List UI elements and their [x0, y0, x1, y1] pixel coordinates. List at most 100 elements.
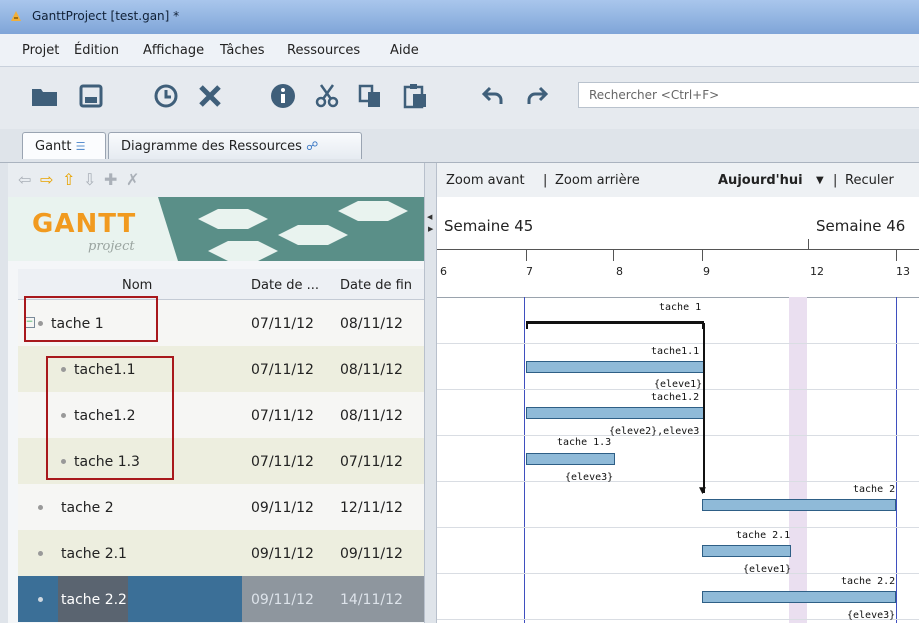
menu-bar: Projet Édition Affichage Tâches Ressourc… [0, 34, 919, 67]
expand-right-icon[interactable]: ▶ [428, 225, 433, 233]
logo-text: GANTT [32, 209, 137, 239]
arrow-left-icon[interactable]: ⇦ [18, 170, 31, 189]
redo-icon[interactable] [522, 81, 552, 111]
task-bar[interactable] [526, 361, 704, 373]
info-icon[interactable] [268, 81, 298, 111]
logo-subtext: project [88, 239, 135, 254]
column-header-start[interactable]: Date de ... [251, 278, 319, 293]
dependency-arrow-icon: ▼ [699, 486, 706, 496]
task-start: 07/11/12 [251, 316, 314, 332]
link-icon[interactable]: ✚ [104, 170, 117, 189]
task-end: 07/11/12 [340, 454, 403, 470]
task-end: 09/11/12 [340, 546, 403, 562]
bar-label: tache 2.2 [841, 576, 896, 587]
open-folder-icon[interactable] [30, 81, 60, 111]
arrow-up-icon[interactable]: ⇧ [62, 170, 75, 189]
task-start: 09/11/12 [251, 546, 314, 562]
gantt-chart-panel: Zoom avant | Zoom arrière Aujourd'hui ▼ … [437, 163, 919, 623]
separator: | [543, 173, 548, 188]
save-icon[interactable] [76, 81, 106, 111]
menu-aide[interactable]: Aide [390, 43, 419, 58]
table-row[interactable]: tache 2.1 09/11/12 09/11/12 [18, 530, 424, 576]
title-bar: GanttProject [test.gan] * [0, 0, 919, 34]
today-button[interactable]: Aujourd'hui [718, 173, 803, 188]
menu-projet[interactable]: Projet [22, 43, 59, 58]
arrow-right-icon[interactable]: ⇨ [40, 170, 53, 189]
day-label: 8 [616, 265, 623, 278]
column-header-name[interactable]: Nom [122, 278, 152, 293]
tab-gantt[interactable]: Gantt ☰ [22, 132, 106, 159]
week-label: Semaine 45 [444, 217, 534, 235]
task-bar[interactable] [702, 545, 791, 557]
menu-ressources[interactable]: Ressources [287, 43, 360, 58]
day-label: 7 [526, 265, 533, 278]
week-label: Semaine 46 [816, 217, 906, 235]
separator: | [833, 173, 838, 188]
copy-icon[interactable] [355, 81, 385, 111]
task-bullet-icon [38, 597, 43, 602]
task-end: 08/11/12 [340, 408, 403, 424]
annotation-box-subtasks [46, 356, 174, 480]
panel-splitter[interactable]: ◀ ▶ [424, 163, 437, 623]
today-dropdown-icon[interactable]: ▼ [816, 175, 824, 186]
task-start: 09/11/12 [251, 592, 314, 608]
collapse-left-icon[interactable]: ◀ [427, 213, 432, 221]
task-bullet-icon [38, 551, 43, 556]
search-input[interactable]: Rechercher <Ctrl+F> [578, 82, 919, 108]
column-header-end[interactable]: Date de fin [340, 278, 412, 293]
dependency-line [703, 323, 705, 493]
gantt-row [437, 435, 919, 482]
bar-label: tache 1.3 [557, 437, 612, 448]
timeline-header: Semaine 45 Semaine 46 6 7 8 9 12 13 [437, 197, 919, 298]
task-start: 07/11/12 [251, 362, 314, 378]
bar-label: tache 2.1 [736, 530, 791, 541]
task-name: tache 2.1 [61, 546, 127, 562]
table-row-selected[interactable]: tache 2.2 09/11/12 14/11/12 [18, 576, 424, 622]
task-bar[interactable] [702, 591, 896, 603]
view-tabs: Gantt ☰ Diagramme des Ressources ☍ [0, 129, 919, 163]
task-name: tache 2.2 [61, 592, 127, 608]
zoom-in-button[interactable]: Zoom avant [446, 173, 525, 188]
task-end: 08/11/12 [340, 316, 403, 332]
summary-bar[interactable] [526, 321, 704, 324]
undo-icon[interactable] [478, 81, 508, 111]
resource-label: {eleve1} [654, 379, 703, 390]
ganttproject-logo: GANTT project [8, 197, 424, 261]
menu-taches[interactable]: Tâches [220, 43, 265, 58]
day-label: 12 [810, 265, 824, 278]
task-tree-panel: ⇦ ⇨ ⇧ ⇩ ✚ ✗ GANTT project Nom Date de ..… [8, 163, 424, 623]
bar-label: tache1.2 [651, 392, 700, 403]
bar-label: tache 1 [659, 302, 702, 313]
task-bar[interactable] [526, 407, 704, 419]
window-title: GanttProject [test.gan] * [32, 9, 180, 23]
gantt-tab-icon: ☰ [75, 140, 86, 153]
tab-resources-label: Diagramme des Ressources [121, 139, 302, 154]
bar-label: tache 2 [853, 484, 896, 495]
zoom-out-button[interactable]: Zoom arrière [555, 173, 640, 188]
menu-edition[interactable]: Édition [74, 43, 119, 58]
menu-affichage[interactable]: Affichage [143, 43, 204, 58]
delete-icon[interactable] [195, 81, 225, 111]
gantt-row [437, 527, 919, 574]
day-label: 9 [703, 265, 710, 278]
task-end: 08/11/12 [340, 362, 403, 378]
task-end: 14/11/12 [340, 592, 403, 608]
bar-label: tache1.1 [651, 346, 700, 357]
day-label: 13 [896, 265, 910, 278]
task-end: 12/11/12 [340, 500, 403, 516]
annotation-box-tache1 [24, 296, 158, 342]
tab-resources[interactable]: Diagramme des Ressources ☍ [108, 132, 362, 159]
table-row[interactable]: tache 2 09/11/12 12/11/12 [18, 484, 424, 530]
task-name: tache 2 [61, 500, 114, 516]
task-bar[interactable] [526, 453, 615, 465]
arrow-down-icon[interactable]: ⇩ [83, 170, 96, 189]
back-button[interactable]: Reculer [845, 173, 894, 188]
task-bullet-icon [38, 505, 43, 510]
cut-icon[interactable] [312, 81, 342, 111]
task-bar[interactable] [702, 499, 896, 511]
resources-tab-icon: ☍ [306, 139, 319, 153]
history-icon[interactable] [151, 81, 181, 111]
task-start: 07/11/12 [251, 408, 314, 424]
unlink-icon[interactable]: ✗ [126, 170, 139, 189]
paste-icon[interactable] [400, 81, 430, 111]
